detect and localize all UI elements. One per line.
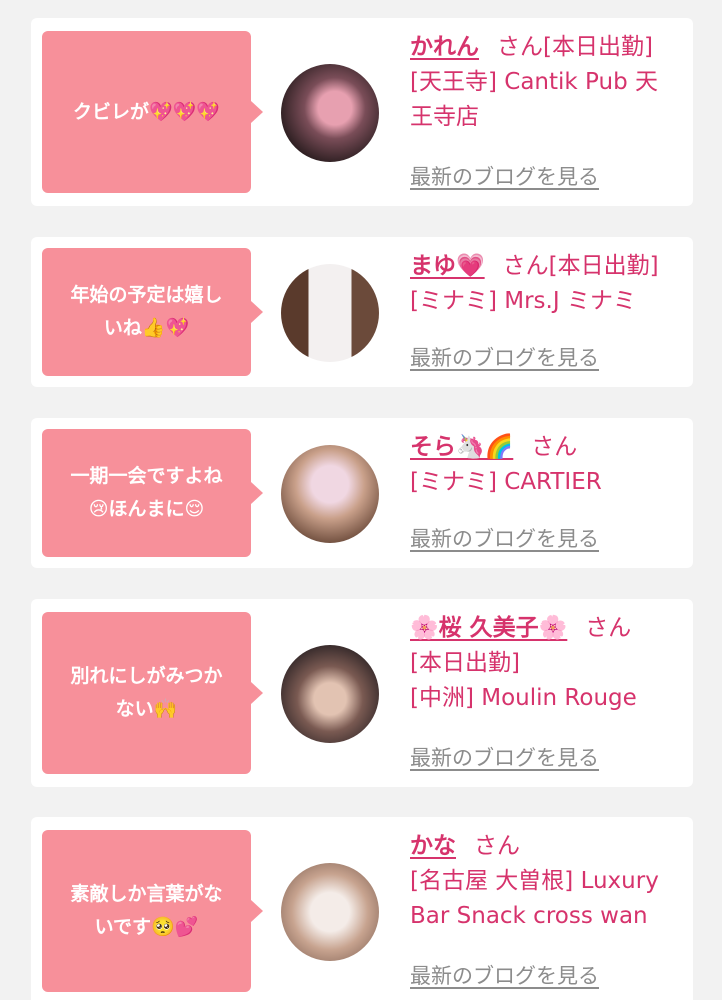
comment-bubble: 一期一会ですよね 😢ほんまに😌 [42, 429, 263, 557]
comment-text: クビレが💖💖💖 [73, 100, 220, 123]
shop-name: [中洲] Moulin Rouge [410, 685, 637, 711]
cast-info: かれん さん[本日出勤] [天王寺] Cantik Pub 天 王寺店 [410, 30, 685, 135]
honorific: さん [474, 833, 520, 859]
cast-card[interactable]: 素敵しか言葉がな いです🥺💕 かな さん [名古屋 大曽根] Luxury Bar… [31, 817, 693, 1000]
cast-card[interactable]: クビレが💖💖💖 かれん さん[本日出勤] [天王寺] Cantik Pub 天 王… [31, 18, 693, 206]
cast-name-link[interactable]: かな [410, 833, 456, 859]
comment-text: ない🙌 [115, 698, 178, 720]
shop-name: [ミナミ] CARTIER [410, 469, 602, 495]
shop-name: [ミナミ] Mrs.J ミナミ [410, 288, 636, 314]
cast-name-link[interactable]: 🌸桜 久美子🌸 [410, 615, 567, 641]
comment-text: 年始の予定は嬉し [70, 284, 223, 306]
shop-name: [名古屋 大曽根] Luxury [410, 868, 659, 894]
comment-text: いね👍💖 [103, 317, 190, 339]
comment-bubble: 素敵しか言葉がな いです🥺💕 [42, 830, 263, 992]
cast-card[interactable]: 一期一会ですよね 😢ほんまに😌 そら🦄🌈 さん [ミナミ] CARTIER 最新の… [31, 418, 693, 568]
latest-blog-link[interactable]: 最新のブログを見る [410, 742, 599, 772]
avatar[interactable] [281, 64, 379, 162]
cast-info: そら🦄🌈 さん [ミナミ] CARTIER [410, 430, 685, 500]
honorific: さん [531, 434, 578, 460]
honorific: さん[本日出勤] [502, 253, 659, 279]
avatar[interactable] [281, 645, 379, 743]
cast-name-link[interactable]: そら🦄🌈 [410, 434, 513, 460]
latest-blog-link[interactable]: 最新のブログを見る [410, 960, 599, 990]
cast-list: クビレが💖💖💖 かれん さん[本日出勤] [天王寺] Cantik Pub 天 王… [0, 0, 722, 1000]
latest-blog-link[interactable]: 最新のブログを見る [410, 342, 599, 372]
avatar[interactable] [281, 863, 379, 961]
cast-card[interactable]: 別れにしがみつか ない🙌 🌸桜 久美子🌸 さん [本日出勤] [中洲] Mouli… [31, 599, 693, 787]
comment-text: 一期一会ですよね [70, 465, 223, 487]
latest-blog-link[interactable]: 最新のブログを見る [410, 161, 599, 191]
shop-name: Bar Snack cross wan [410, 903, 648, 929]
comment-text: 別れにしがみつか [70, 665, 223, 687]
honorific: さん[本日出勤] [497, 34, 653, 60]
honorific: さん [585, 615, 632, 641]
shop-name: 王寺店 [410, 104, 479, 130]
comment-bubble: クビレが💖💖💖 [42, 31, 263, 193]
latest-blog-link[interactable]: 最新のブログを見る [410, 523, 599, 553]
comment-text: 素敵しか言葉がな [70, 883, 223, 905]
shop-name: [天王寺] Cantik Pub 天 [410, 69, 658, 95]
comment-text: いです🥺💕 [94, 916, 199, 938]
avatar[interactable] [281, 445, 379, 543]
avatar[interactable] [281, 264, 379, 362]
shop-name: [本日出勤] [410, 650, 520, 676]
cast-info: かな さん [名古屋 大曽根] Luxury Bar Snack cross wa… [410, 829, 685, 934]
comment-bubble: 年始の予定は嬉し いね👍💖 [42, 248, 263, 376]
comment-bubble: 別れにしがみつか ない🙌 [42, 612, 263, 774]
cast-info: 🌸桜 久美子🌸 さん [本日出勤] [中洲] Moulin Rouge [410, 611, 685, 716]
cast-info: まゆ💗 さん[本日出勤] [ミナミ] Mrs.J ミナミ [410, 249, 685, 319]
cast-name-link[interactable]: まゆ💗 [410, 253, 485, 279]
cast-card[interactable]: 年始の予定は嬉し いね👍💖 まゆ💗 さん[本日出勤] [ミナミ] Mrs.J ミナ… [31, 237, 693, 387]
cast-name-link[interactable]: かれん [410, 34, 479, 60]
comment-text: 😢ほんまに😌 [88, 498, 205, 520]
